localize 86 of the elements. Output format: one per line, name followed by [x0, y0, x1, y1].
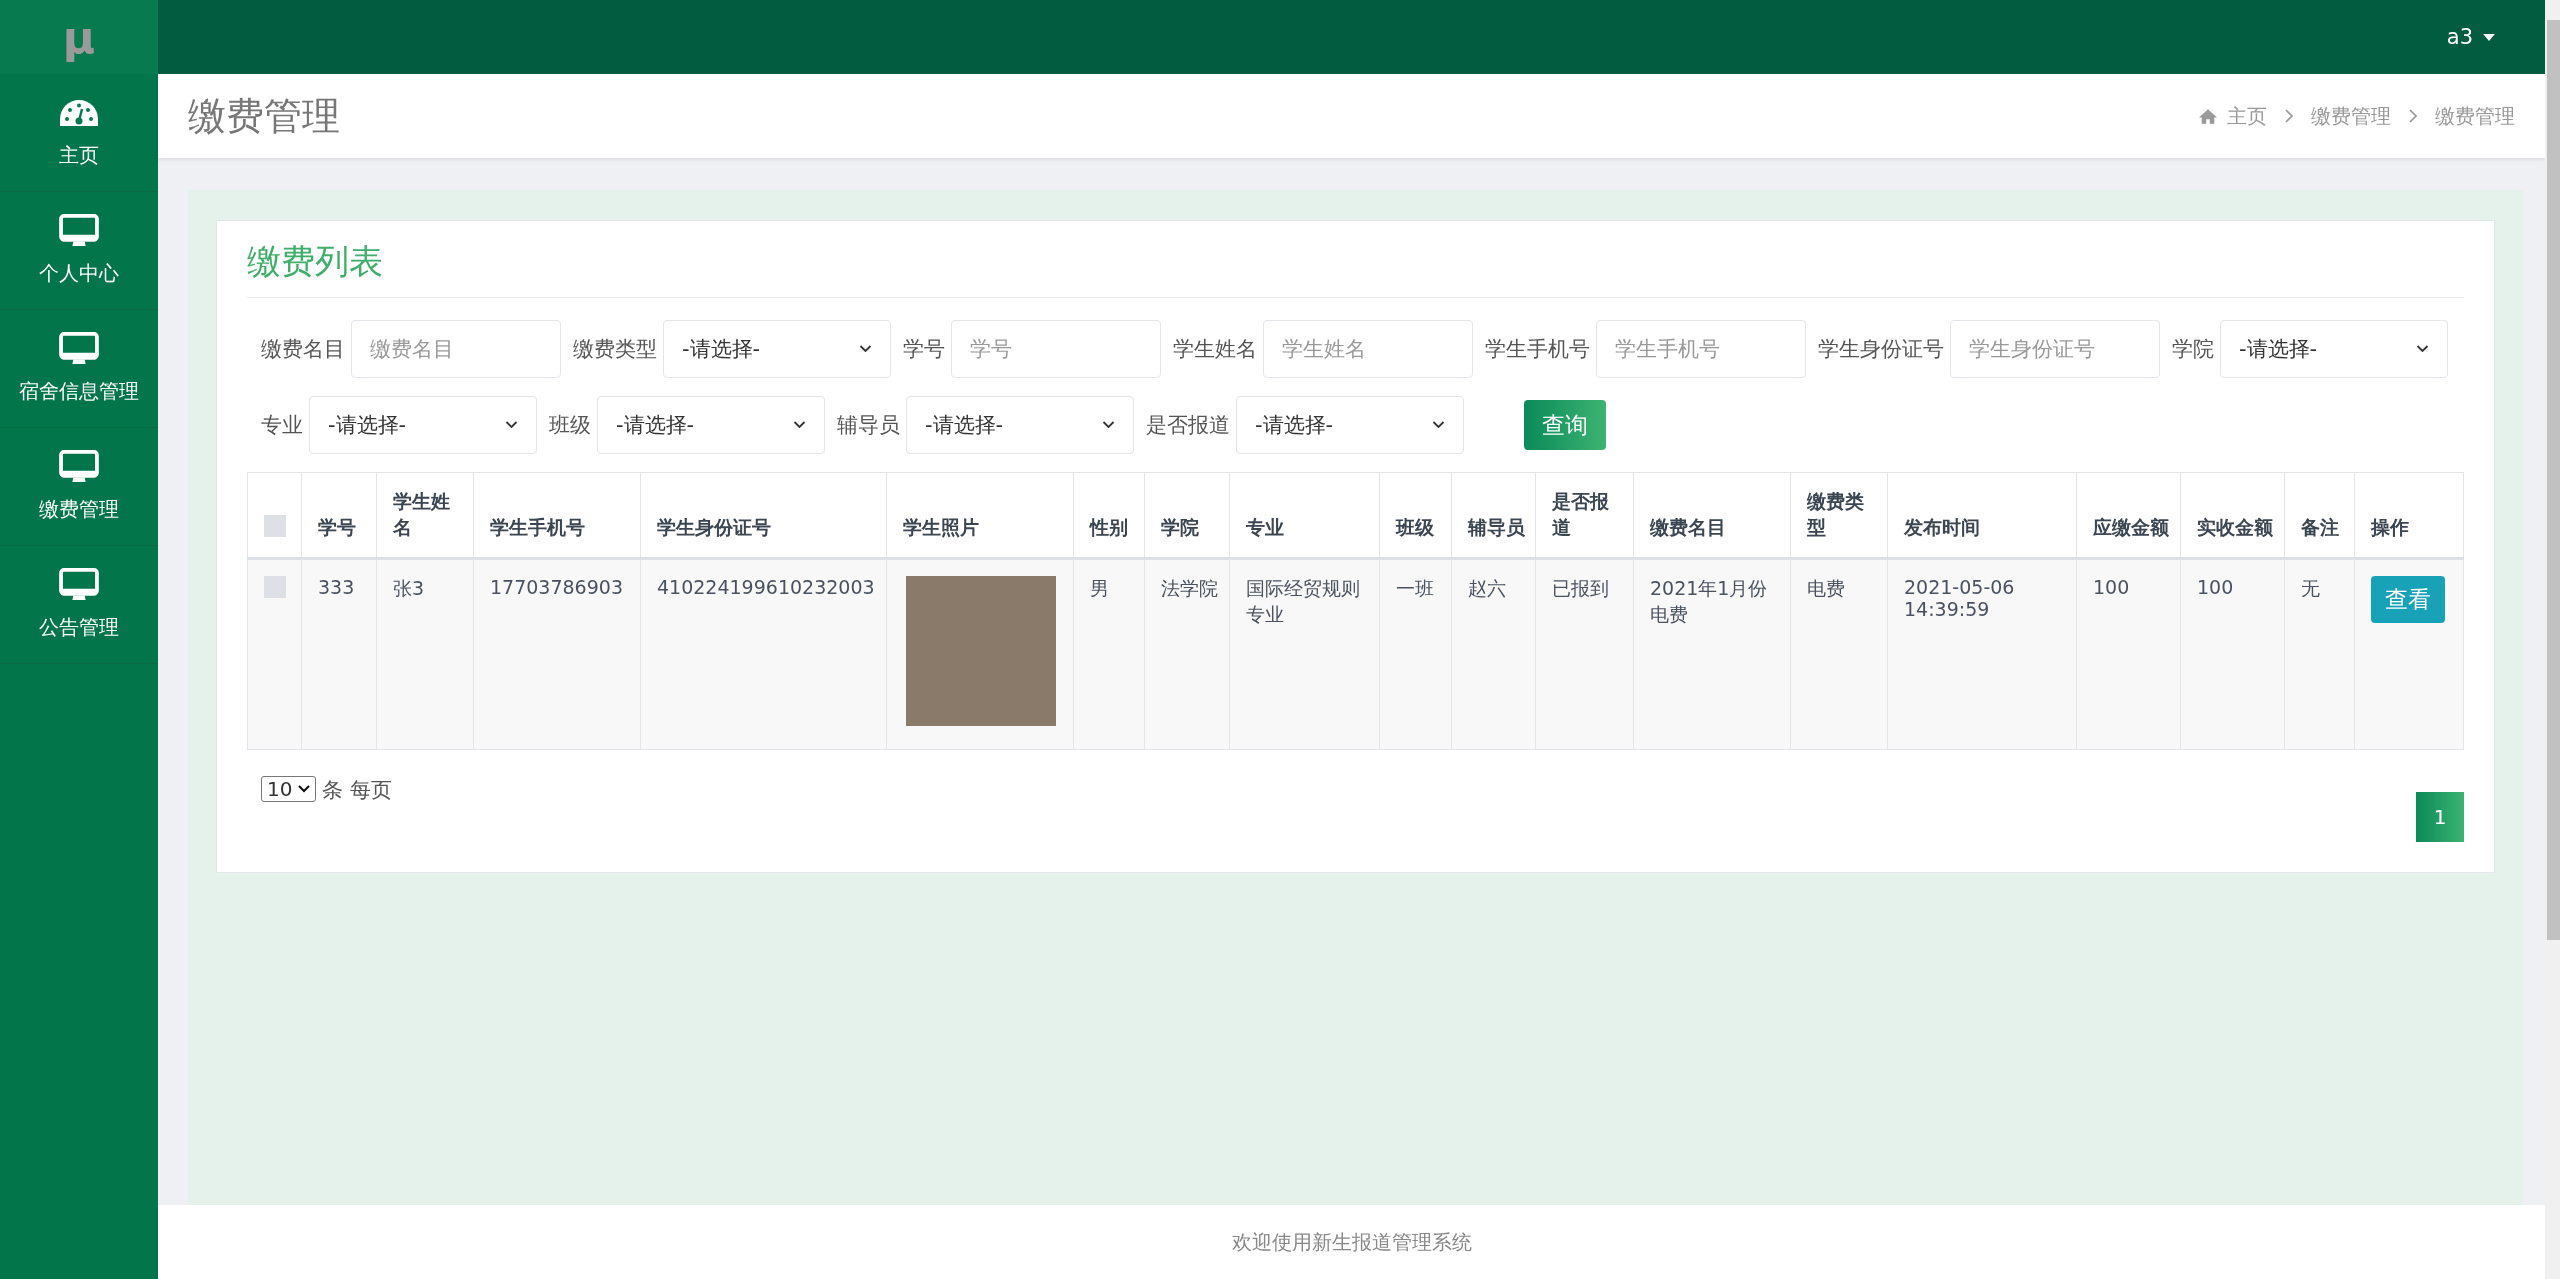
- table-cell: 电费: [1807, 577, 1845, 599]
- filter-label: 是否报道: [1146, 412, 1230, 439]
- chevron-icon: [2285, 109, 2293, 123]
- home-icon: [2199, 108, 2217, 124]
- table-cell: 无: [2301, 577, 2320, 599]
- checkbox[interactable]: [264, 515, 286, 537]
- filter-label: 缴费类型: [573, 336, 657, 363]
- column-header: 学生身份证号: [657, 516, 771, 538]
- table-cell: 100: [2197, 576, 2234, 598]
- filter-label: 缴费名目: [261, 336, 345, 363]
- table-cell: 17703786903: [490, 576, 623, 598]
- input-field[interactable]: 缴费名目: [351, 320, 561, 378]
- page-title: 缴费管理: [188, 92, 340, 140]
- chevron-icon: [2416, 345, 2429, 353]
- chevron-icon: [2409, 109, 2417, 123]
- user-menu[interactable]: a3: [2446, 25, 2495, 49]
- chevron-icon: [1432, 421, 1445, 429]
- breadcrumb-link[interactable]: 缴费管理: [2311, 102, 2391, 130]
- select-field[interactable]: -请选择-: [2220, 320, 2448, 378]
- column-header: 班级: [1396, 516, 1434, 538]
- select-field[interactable]: -请选择-: [663, 320, 891, 378]
- filter-label: 学生姓名: [1173, 336, 1257, 363]
- filter-label: 学号: [903, 336, 945, 363]
- column-header: 备注: [2301, 516, 2339, 538]
- filter-label: 学生身份证号: [1818, 336, 1944, 363]
- column-header: 是否报道: [1552, 490, 1609, 538]
- select-field[interactable]: -请选择-: [906, 396, 1134, 454]
- table-cell: 国际经贸规则专业: [1246, 577, 1360, 625]
- table-cell: 410224199610232003: [657, 576, 875, 598]
- column-header: 缴费名目: [1650, 516, 1726, 538]
- table-cell: 一班: [1396, 577, 1434, 599]
- chevron-icon: [505, 421, 518, 429]
- monitor-icon: [59, 450, 99, 484]
- table-cell: 已报到: [1552, 577, 1609, 599]
- monitor-icon: [59, 332, 99, 366]
- input-field[interactable]: 学生身份证号: [1950, 320, 2160, 378]
- table-cell: 法学院: [1161, 577, 1218, 599]
- filter-label: 学院: [2172, 336, 2214, 363]
- column-header: 学号: [318, 516, 356, 538]
- monitor-icon: [59, 214, 99, 248]
- input-field[interactable]: 学号: [951, 320, 1161, 378]
- select-field[interactable]: -请选择-: [1236, 396, 1464, 454]
- column-header: 学院: [1161, 516, 1199, 538]
- logo: μ: [0, 0, 158, 74]
- table-cell: 2021年1月份电费: [1650, 577, 1768, 625]
- search-button[interactable]: 查询: [1524, 400, 1606, 450]
- table-cell: 赵六: [1468, 577, 1506, 599]
- breadcrumb-link[interactable]: 缴费管理: [2435, 102, 2515, 130]
- chevron-icon: [793, 421, 806, 429]
- column-header: 辅导员: [1468, 516, 1525, 538]
- page-button[interactable]: 1: [2416, 792, 2464, 842]
- column-header: 专业: [1246, 516, 1284, 538]
- chevron-icon: [1102, 421, 1115, 429]
- column-header: 学生姓名: [393, 490, 450, 538]
- column-header: 实收金额: [2197, 516, 2273, 538]
- filter-label: 学生手机号: [1485, 336, 1590, 363]
- column-header: 缴费类型: [1807, 490, 1864, 538]
- column-header: 学生手机号: [490, 516, 585, 538]
- page-size-label: 条 每页: [322, 777, 393, 804]
- filter-label: 专业: [261, 412, 303, 439]
- filter-label: 班级: [549, 412, 591, 439]
- table-cell: 2021-05-06 14:39:59: [1904, 576, 2015, 620]
- input-field[interactable]: 学生手机号: [1596, 320, 1806, 378]
- column-header: 应缴金额: [2093, 516, 2169, 538]
- chevron-icon: [298, 785, 311, 793]
- chevron-icon: [859, 345, 872, 353]
- select-field[interactable]: -请选择-: [309, 396, 537, 454]
- table-cell: 张3: [393, 577, 425, 599]
- select-field[interactable]: -请选择-: [597, 396, 825, 454]
- page-size-select[interactable]: 10: [261, 776, 317, 802]
- column-header: 性别: [1090, 516, 1128, 538]
- view-button[interactable]: 查看: [2371, 576, 2445, 623]
- filter-label: 辅导员: [837, 412, 900, 439]
- input-field[interactable]: 学生姓名: [1263, 320, 1473, 378]
- table-cell: 333: [318, 576, 355, 598]
- checkbox[interactable]: [264, 576, 286, 598]
- table-cell: 男: [1090, 577, 1109, 599]
- footer-text: 欢迎使用新生报道管理系统: [1231, 1228, 1472, 1256]
- scrollbar[interactable]: [2545, 0, 2560, 1279]
- card-title: 缴费列表: [247, 239, 2464, 298]
- column-header: 操作: [2371, 516, 2409, 538]
- column-header: 学生照片: [903, 516, 979, 538]
- column-header: 发布时间: [1904, 516, 1980, 538]
- monitor-icon: [59, 568, 99, 602]
- caret-icon: [2483, 33, 2495, 41]
- table-cell: 100: [2093, 576, 2130, 598]
